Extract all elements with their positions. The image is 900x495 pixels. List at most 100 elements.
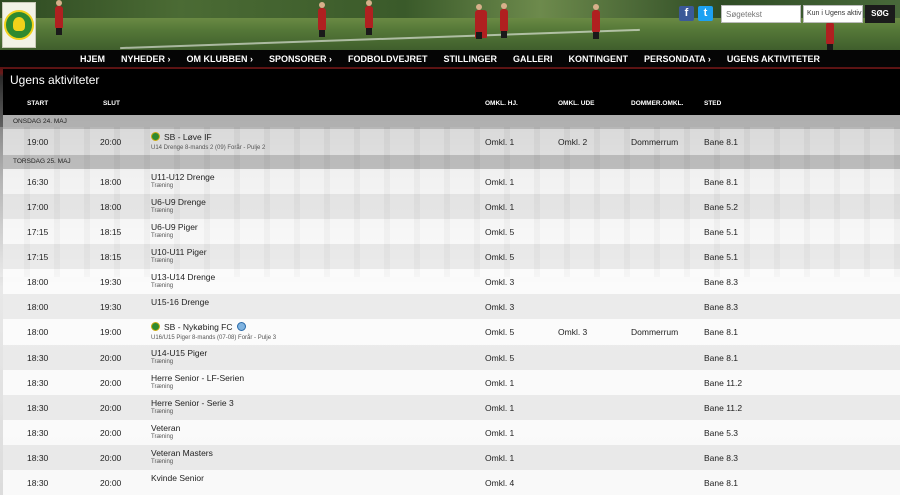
activity-title-text: U13-U14 Drenge — [151, 272, 216, 282]
col-slut: SLUT — [103, 100, 120, 107]
col-omkl-hj: OMKL. HJ. — [485, 100, 518, 107]
start-time: 19:00 — [27, 137, 49, 147]
end-time: 18:15 — [100, 252, 122, 262]
activity-row[interactable]: 19:00 20:00 SB - Løve IF U14 Drenge 8-mands… — [3, 129, 900, 155]
end-time: 19:00 — [100, 327, 122, 337]
omkl-hj: Omkl. 1 — [485, 137, 515, 147]
omkl-hj: Omkl. 1 — [485, 403, 515, 413]
start-time: 17:00 — [27, 202, 49, 212]
activity-title-text: SB - Løve IF — [164, 132, 212, 142]
end-time: 19:30 — [100, 277, 122, 287]
start-time: 18:30 — [27, 453, 49, 463]
activity-row[interactable]: 18:00 19:00 SB - Nykøbing FC U16/U15 Piger … — [3, 319, 900, 345]
activity-row[interactable]: 18:30 20:00 U14-U15 Piger Træning Omkl. 5 Ban… — [3, 345, 900, 370]
activity-title-text: U15-16 Drenge — [151, 297, 210, 307]
omkl-ude: Omkl. 3 — [558, 327, 588, 337]
panel-title: Ugens aktiviteter — [3, 69, 900, 91]
end-time: 20:00 — [100, 403, 122, 413]
activity-title[interactable]: Veteran — [151, 423, 180, 433]
activity-title-text: U6-U9 Drenge — [151, 197, 206, 207]
activity-row[interactable]: 18:30 20:00 Veteran Træning Omkl. 1 Bane 5.3 — [3, 420, 900, 445]
activity-title[interactable]: SB - Løve IF — [151, 132, 212, 142]
activity-row[interactable]: 18:30 20:00 Veteran Masters Træning Omkl. 1 B… — [3, 445, 900, 470]
start-time: 18:30 — [27, 403, 49, 413]
sted: Bane 5.2 — [704, 202, 739, 212]
activity-title[interactable]: U6-U9 Drenge — [151, 197, 206, 207]
search-input[interactable] — [721, 5, 801, 23]
activity-title[interactable]: U15-16 Drenge — [151, 297, 209, 307]
activity-title[interactable]: Kvinde Senior — [151, 473, 204, 483]
nav-item[interactable]: PERSONDATA › — [644, 54, 711, 64]
facebook-icon[interactable]: f — [679, 6, 694, 21]
activity-row[interactable]: 18:30 20:00 Herre Senior - LF-Serien Trænin… — [3, 370, 900, 395]
header-photo: f t Kun i Ugens aktiv SØG — [0, 0, 900, 50]
col-sted: STED — [704, 100, 722, 107]
activity-title[interactable]: Herre Senior - Serie 3 — [151, 398, 234, 408]
activity-subtitle: U16/U15 Piger 8-mands (07-08) Forår - Pu… — [151, 335, 277, 341]
sted: Bane 8.3 — [704, 277, 739, 287]
activity-row[interactable]: 16:30 18:00 U11-U12 Drenge Træning Omkl. 1 Ba… — [3, 169, 900, 194]
activity-title[interactable]: U11-U12 Drenge — [151, 172, 215, 182]
nav-item[interactable]: HJEM — [80, 54, 105, 64]
activity-row[interactable]: 17:15 18:15 U10-U11 Piger Træning Omkl. 5 Ban… — [3, 244, 900, 269]
end-time: 20:00 — [100, 453, 122, 463]
dommer-omkl: Dommerrum — [631, 327, 679, 337]
end-time: 18:15 — [100, 227, 122, 237]
activity-subtitle: U14 Drenge 8-mands 2 (09) Forår - Pulje … — [151, 145, 266, 151]
nav-item[interactable]: NYHEDER › — [121, 54, 171, 64]
omkl-ude: Omkl. 2 — [558, 137, 588, 147]
sted: Bane 8.1 — [704, 177, 739, 187]
end-time: 20:00 — [100, 478, 122, 488]
activity-subtitle: Træning — [151, 258, 174, 264]
start-time: 17:15 — [27, 227, 49, 237]
omkl-hj: Omkl. 1 — [485, 202, 515, 212]
away-team-crest-icon — [236, 322, 246, 331]
start-time: 16:30 — [27, 177, 49, 187]
end-time: 20:00 — [100, 137, 122, 147]
omkl-hj: Omkl. 1 — [485, 378, 515, 388]
activity-title[interactable]: U13-U14 Drenge — [151, 272, 215, 282]
main-nav: HJEM NYHEDER › OM KLUBBEN › SPONSORER › FODB… — [0, 50, 900, 67]
nav-item[interactable]: UGENS AKTIVITETER — [727, 54, 820, 64]
nav-item[interactable]: STILLINGER — [444, 54, 498, 64]
omkl-hj: Omkl. 3 — [485, 302, 515, 312]
activity-row[interactable]: 17:15 18:15 U6-U9 Piger Træning Omkl. 5 Bane … — [3, 219, 900, 244]
nav-item[interactable]: OM KLUBBEN › — [186, 54, 253, 64]
activity-title[interactable]: Veteran Masters — [151, 448, 213, 458]
activity-title[interactable]: U14-U15 Piger — [151, 348, 207, 358]
nav-item[interactable]: KONTINGENT — [569, 54, 629, 64]
activity-row[interactable]: 18:30 20:00 Herre Senior - Serie 3 Træning O… — [3, 395, 900, 420]
home-team-crest-icon — [151, 322, 160, 331]
activity-title[interactable]: U6-U9 Piger — [151, 222, 198, 232]
omkl-hj: Omkl. 5 — [485, 353, 515, 363]
activity-subtitle: Træning — [151, 283, 174, 289]
activity-row[interactable]: 18:00 19:30 U15-16 Drenge Omkl. 3 Bane 8.3 — [3, 294, 900, 319]
activity-row[interactable]: 17:00 18:00 U6-U9 Drenge Træning Omkl. 1 Bane… — [3, 194, 900, 219]
activity-list: ONSDAG 24. MAJ 19:00 20:00 SB - Løve IF U14 … — [3, 115, 900, 495]
activity-subtitle: Træning — [151, 434, 174, 440]
dommer-omkl: Dommerrum — [631, 137, 679, 147]
sted: Bane 8.3 — [704, 302, 739, 312]
activity-title[interactable]: U10-U11 Piger — [151, 247, 207, 257]
col-omkl-ude: OMKL. UDE — [558, 100, 595, 107]
activity-subtitle: Træning — [151, 384, 174, 390]
player-figure — [55, 0, 63, 35]
search-button[interactable]: SØG — [865, 5, 895, 23]
nav-item[interactable]: SPONSORER › — [269, 54, 332, 64]
search-scope-select[interactable]: Kun i Ugens aktiv — [803, 5, 863, 23]
activity-subtitle: Træning — [151, 183, 174, 189]
activity-row[interactable]: 18:00 19:30 U13-U14 Drenge Træning Omkl. 3 Ba… — [3, 269, 900, 294]
player-figure — [826, 16, 834, 50]
omkl-hj: Omkl. 1 — [485, 177, 515, 187]
omkl-hj: Omkl. 5 — [485, 327, 515, 337]
sted: Bane 11.2 — [704, 403, 743, 413]
activity-title-text: U11-U12 Drenge — [151, 172, 215, 182]
nav-item[interactable]: FODBOLDVEJRET — [348, 54, 428, 64]
twitter-icon[interactable]: t — [698, 6, 713, 21]
activity-title[interactable]: Herre Senior - LF-Serien — [151, 373, 244, 383]
activity-title[interactable]: SB - Nykøbing FC — [151, 322, 246, 332]
club-logo[interactable] — [2, 2, 36, 48]
omkl-hj: Omkl. 4 — [485, 478, 515, 488]
activity-title-text: SB - Nykøbing FC — [164, 322, 233, 332]
nav-item[interactable]: GALLERI — [513, 54, 553, 64]
